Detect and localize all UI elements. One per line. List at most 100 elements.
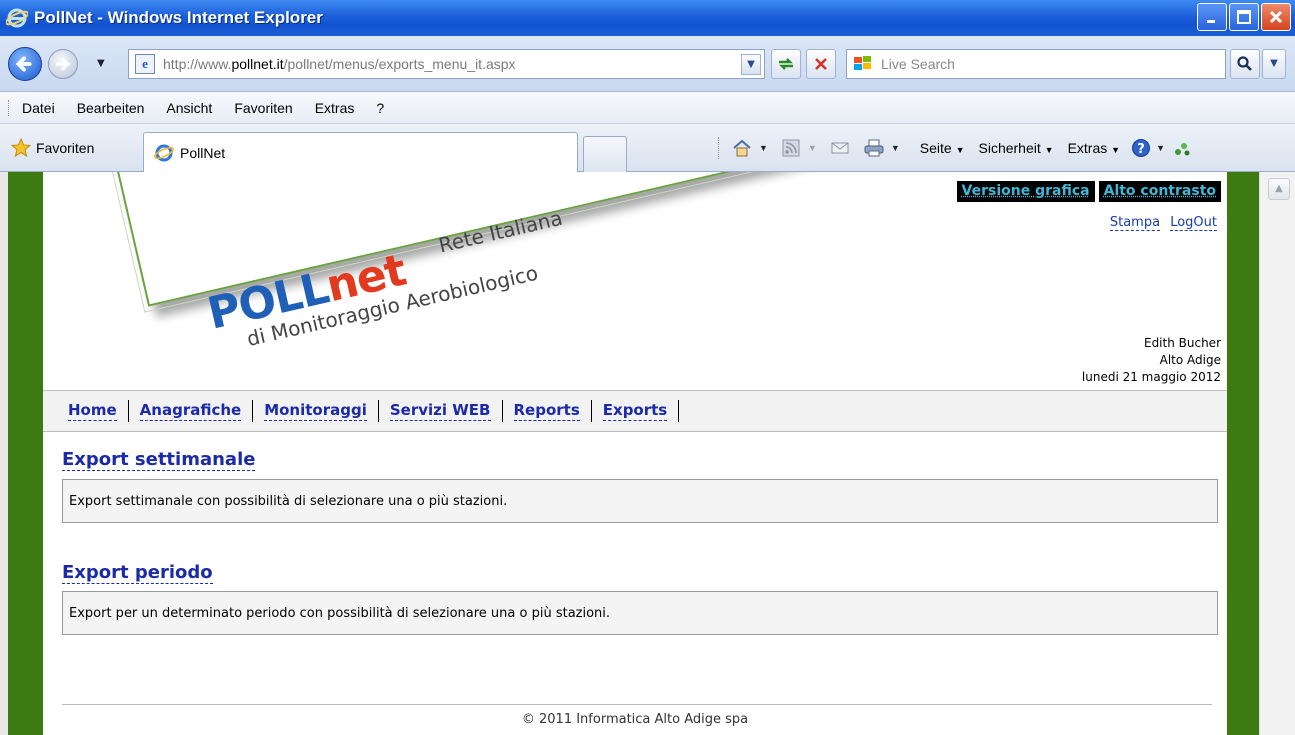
menu-ansicht[interactable]: Ansicht bbox=[166, 100, 212, 116]
minimize-icon bbox=[1207, 20, 1215, 23]
ie-logo-icon bbox=[4, 7, 30, 29]
new-tab-button[interactable] bbox=[583, 136, 627, 172]
page-menu-button[interactable]: Seite ▼ bbox=[920, 140, 965, 156]
utility-links: Stampa LogOut bbox=[1104, 215, 1217, 231]
ie-page-icon bbox=[154, 144, 174, 161]
search-input[interactable]: Live Search bbox=[846, 49, 1226, 79]
favorites-label: Favoriten bbox=[36, 140, 95, 156]
nav-anagrafiche[interactable]: Anagrafiche bbox=[139, 401, 242, 421]
feeds-button[interactable] bbox=[780, 137, 802, 159]
magnifier-icon bbox=[1237, 56, 1252, 71]
address-field[interactable]: e http://www.pollnet.it/pollnet/menus/ex… bbox=[128, 49, 765, 79]
menu-bar: Datei Bearbeiten Ansicht Favoriten Extra… bbox=[0, 92, 1295, 124]
feeds-dropdown[interactable]: ▼ bbox=[808, 143, 817, 153]
site-header: POLLnet Rete Italiana di Monitoraggio Ae… bbox=[43, 172, 1227, 392]
high-contrast-link[interactable]: Alto contrasto bbox=[1098, 181, 1221, 202]
research-button[interactable] bbox=[1171, 137, 1193, 159]
search-options-dropdown[interactable]: ▼ bbox=[1262, 49, 1286, 79]
title-bar: PollNet - Windows Internet Explorer bbox=[0, 0, 1295, 36]
star-icon bbox=[10, 137, 32, 158]
menu-favoriten[interactable]: Favoriten bbox=[234, 100, 292, 116]
address-toolbar: ▼ e http://www.pollnet.it/pollnet/menus/… bbox=[0, 36, 1295, 92]
search-button[interactable] bbox=[1230, 49, 1260, 79]
graphic-version-link[interactable]: Versione grafica bbox=[956, 181, 1095, 202]
home-button[interactable] bbox=[731, 137, 753, 159]
mail-icon bbox=[831, 142, 849, 154]
page-icon: e bbox=[135, 54, 155, 74]
export-period-link[interactable]: Export periodo bbox=[62, 562, 213, 584]
export-weekly-description: Export settimanale con possibilità di se… bbox=[62, 479, 1218, 523]
nav-divider bbox=[590, 400, 592, 422]
print-button[interactable] bbox=[863, 137, 885, 159]
window-border bbox=[0, 172, 8, 735]
menu-extras[interactable]: Extras bbox=[315, 100, 355, 116]
menu-bearbeiten[interactable]: Bearbeiten bbox=[77, 100, 145, 116]
menu-datei[interactable]: Datei bbox=[22, 100, 55, 116]
rss-feed-icon bbox=[782, 139, 800, 157]
stop-button[interactable] bbox=[806, 49, 836, 79]
research-icon bbox=[1175, 143, 1190, 156]
nav-divider bbox=[377, 400, 379, 422]
close-icon bbox=[1269, 10, 1283, 24]
refresh-icon bbox=[779, 58, 793, 70]
live-search-icon bbox=[854, 56, 871, 70]
help-icon: ? bbox=[1132, 139, 1151, 157]
favorites-button[interactable]: Favoriten bbox=[10, 137, 94, 159]
command-bar: ▼ ▼ ▼ Seite ▼ Sicherheit ▼ Extras ▼ ? ▼ bbox=[718, 134, 1193, 162]
forward-button[interactable] bbox=[48, 49, 78, 79]
footer-divider bbox=[62, 704, 1212, 705]
export-period-description: Export per un determinato periodo con po… bbox=[62, 591, 1218, 635]
user-name: Edith Bucher bbox=[1143, 336, 1221, 350]
nav-reports[interactable]: Reports bbox=[513, 401, 580, 421]
help-button[interactable]: ? bbox=[1130, 137, 1152, 159]
tab-pollnet[interactable]: PollNet bbox=[143, 132, 578, 172]
nav-divider bbox=[678, 400, 680, 422]
nav-divider bbox=[501, 400, 503, 422]
window-title: PollNet - Windows Internet Explorer bbox=[34, 8, 323, 27]
browser-viewport: POLLnet Rete Italiana di Monitoraggio Ae… bbox=[0, 172, 1295, 735]
nav-home[interactable]: Home bbox=[68, 401, 117, 421]
search-placeholder: Live Search bbox=[881, 56, 955, 72]
address-dropdown-button[interactable]: ▼ bbox=[741, 54, 761, 75]
back-button[interactable] bbox=[8, 47, 42, 81]
print-dropdown[interactable]: ▼ bbox=[891, 143, 900, 153]
maximize-icon bbox=[1237, 10, 1251, 24]
tab-title: PollNet bbox=[180, 144, 226, 161]
user-region: Alto Adige bbox=[1159, 353, 1221, 367]
nav-divider bbox=[252, 400, 254, 422]
main-navigation: Home Anagrafiche Monitoraggi Servizi WEB… bbox=[43, 390, 1227, 432]
minimize-button[interactable] bbox=[1197, 3, 1227, 31]
security-menu-button[interactable]: Sicherheit ▼ bbox=[979, 140, 1054, 156]
display-mode-links: Versione grafica Alto contrasto bbox=[953, 181, 1221, 202]
web-page: POLLnet Rete Italiana di Monitoraggio Ae… bbox=[43, 172, 1227, 735]
refresh-button[interactable] bbox=[771, 49, 801, 79]
recent-pages-dropdown[interactable]: ▼ bbox=[97, 58, 105, 69]
print-link[interactable]: Stampa bbox=[1109, 215, 1161, 231]
printer-icon bbox=[864, 139, 884, 157]
nav-servizi-web[interactable]: Servizi WEB bbox=[389, 401, 491, 421]
logout-link[interactable]: LogOut bbox=[1170, 215, 1217, 231]
arrow-right-icon bbox=[55, 57, 70, 71]
toolbar-separator bbox=[718, 137, 719, 159]
home-dropdown[interactable]: ▼ bbox=[759, 143, 768, 153]
scroll-up-button[interactable]: ▲ bbox=[1268, 178, 1290, 200]
close-button[interactable] bbox=[1261, 3, 1291, 31]
url-text[interactable]: http://www.pollnet.it/pollnet/menus/expo… bbox=[163, 56, 516, 72]
export-weekly-link[interactable]: Export settimanale bbox=[62, 449, 256, 471]
maximize-button[interactable] bbox=[1229, 3, 1259, 31]
user-info: Edith Bucher Alto Adige lunedi 21 maggio… bbox=[1082, 335, 1221, 386]
mail-button[interactable] bbox=[829, 137, 851, 159]
stop-icon bbox=[815, 58, 827, 70]
menu-help[interactable]: ? bbox=[376, 100, 384, 116]
favorites-bar: Favoriten PollNet ▼ ▼ ▼ Seite ▼ Sicherhe… bbox=[0, 124, 1295, 172]
nav-monitoraggi[interactable]: Monitoraggi bbox=[264, 401, 367, 421]
current-date: lunedi 21 maggio 2012 bbox=[1081, 370, 1221, 384]
toolbar-grip bbox=[8, 100, 10, 116]
nav-exports[interactable]: Exports bbox=[602, 401, 668, 421]
extras-menu-button[interactable]: Extras ▼ bbox=[1068, 140, 1121, 156]
nav-divider bbox=[127, 400, 129, 422]
vertical-scrollbar[interactable]: ▲ bbox=[1259, 172, 1295, 735]
help-dropdown[interactable]: ▼ bbox=[1156, 143, 1165, 153]
arrow-left-icon bbox=[15, 56, 32, 72]
footer-copyright: © 2011 Informatica Alto Adige spa bbox=[521, 712, 749, 727]
